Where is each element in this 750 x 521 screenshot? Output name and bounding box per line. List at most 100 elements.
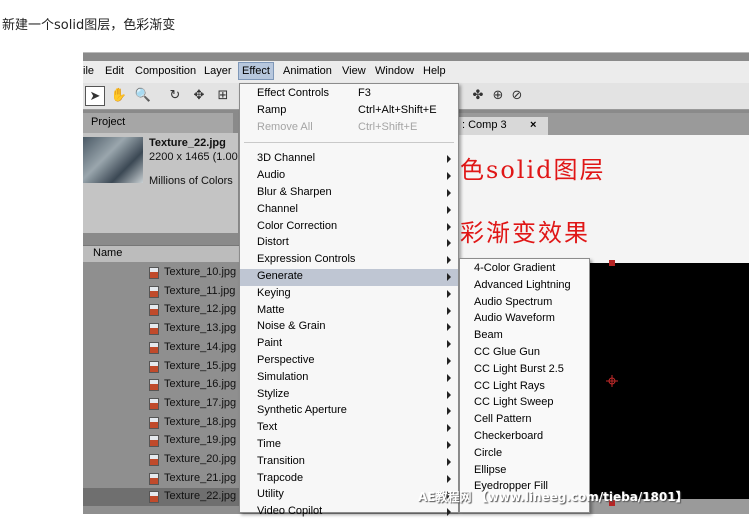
file-name: Texture_20.jpg xyxy=(164,453,237,465)
menu-window[interactable]: Window xyxy=(375,65,414,77)
generate-item-cc-light-burst-2-5[interactable]: CC Light Burst 2.5 xyxy=(460,361,589,378)
generate-item-cc-light-rays[interactable]: CC Light Rays xyxy=(460,378,589,395)
image-file-icon xyxy=(149,435,159,448)
generate-item-ellipse[interactable]: Ellipse xyxy=(460,462,589,479)
effect-menu-item-matte[interactable]: Matte xyxy=(240,303,458,320)
submenu-arrow-icon xyxy=(447,239,451,248)
comp-tab[interactable]: : Comp 3 × xyxy=(458,117,548,135)
project-tab[interactable]: Project xyxy=(83,113,233,133)
menu-item-label: Simulation xyxy=(257,370,309,383)
menu-item-label: Keying xyxy=(257,286,291,299)
submenu-arrow-icon xyxy=(447,441,451,449)
effect-menu-item-keying[interactable]: Keying xyxy=(240,286,458,303)
menu-item-label: Transition xyxy=(257,454,305,467)
project-info-panel: Texture_22.jpg 2200 x 1465 (1.00 Million… xyxy=(83,133,238,233)
file-list-item[interactable]: Texture_22.jpg xyxy=(83,488,243,507)
submenu-arrow-icon xyxy=(447,373,451,382)
file-list-item[interactable]: Texture_17.jpg xyxy=(83,395,243,413)
menu-item-label: Distort xyxy=(257,236,289,249)
anchor-point-icon[interactable] xyxy=(606,375,618,387)
generate-item-advanced-lightning[interactable]: Advanced Lightning xyxy=(460,277,589,294)
menu-edit[interactable]: Edit xyxy=(105,65,124,77)
menu-view[interactable]: View xyxy=(342,65,366,77)
file-list-item[interactable]: Texture_21.jpg xyxy=(83,470,243,488)
effect-menu-item-stylize[interactable]: Stylize xyxy=(240,387,458,404)
menu-help[interactable]: Help xyxy=(423,65,446,77)
file-list-item[interactable]: Texture_11.jpg xyxy=(83,283,243,301)
file-list-item[interactable]: Texture_15.jpg xyxy=(83,358,243,376)
zoom-tool-icon[interactable]: 🔍 xyxy=(133,86,153,106)
menu-item-label: Utility xyxy=(257,488,284,501)
generate-item-audio-spectrum[interactable]: Audio Spectrum xyxy=(460,294,589,311)
generate-item-4-color-gradient[interactable]: 4-Color Gradient xyxy=(460,260,589,277)
effect-menu-item-noise-grain[interactable]: Noise & Grain xyxy=(240,319,458,336)
effect-menu-item-time[interactable]: Time xyxy=(240,437,458,454)
image-file-icon xyxy=(149,323,159,336)
effect-menu-item-text[interactable]: Text xyxy=(240,420,458,437)
file-list-item[interactable]: Texture_10.jpg xyxy=(83,264,243,282)
file-list-item[interactable]: Texture_12.jpg xyxy=(83,301,243,319)
menu-item-shortcut: F3 xyxy=(358,87,371,99)
effect-menu-item-channel[interactable]: Channel xyxy=(240,202,458,219)
generate-item-audio-waveform[interactable]: Audio Waveform xyxy=(460,310,589,327)
generate-item-cc-light-sweep[interactable]: CC Light Sweep xyxy=(460,394,589,411)
generate-item-cc-glue-gun[interactable]: CC Glue Gun xyxy=(460,344,589,361)
submenu-arrow-icon xyxy=(447,256,451,265)
file-list-item[interactable]: Texture_13.jpg xyxy=(83,320,243,338)
layer-handle[interactable] xyxy=(609,260,615,266)
image-file-icon xyxy=(149,267,159,279)
effect-menu-item-perspective[interactable]: Perspective xyxy=(240,353,458,370)
generate-item-checkerboard[interactable]: Checkerboard xyxy=(460,428,589,445)
menu-layer[interactable]: Layer xyxy=(204,65,232,77)
pan-behind-icon[interactable]: ⊞ xyxy=(213,86,233,106)
rotate-tool-icon[interactable]: ↻ xyxy=(165,86,185,106)
file-name: Texture_22.jpg xyxy=(164,490,237,503)
submenu-arrow-icon xyxy=(447,424,451,433)
submenu-item-label: CC Light Sweep xyxy=(474,396,554,409)
generate-item-circle[interactable]: Circle xyxy=(460,445,589,462)
orbit-camera-icon[interactable]: ✥ xyxy=(189,86,209,106)
menu-item-label: Trapcode xyxy=(257,471,304,484)
image-file-icon xyxy=(149,341,159,354)
hand-tool-icon[interactable]: ✋ xyxy=(109,86,129,106)
effect-menu-item-blur-sharpen[interactable]: Blur & Sharpen xyxy=(240,185,458,202)
file-list-item[interactable]: Texture_16.jpg xyxy=(83,376,243,394)
image-file-icon xyxy=(149,360,159,373)
effect-menu-item-remove-all[interactable]: Remove All Ctrl+Shift+E xyxy=(240,120,458,137)
menu-composition[interactable]: Composition xyxy=(135,65,196,77)
effect-menu-item-simulation[interactable]: Simulation xyxy=(240,370,458,387)
effect-menu-item-generate[interactable]: Generate xyxy=(240,269,458,286)
file-list-item[interactable]: Texture_14.jpg xyxy=(83,339,243,357)
puppet-pin-icon[interactable]: ✤ xyxy=(468,86,488,106)
file-list-item[interactable]: Texture_19.jpg xyxy=(83,432,243,450)
effect-menu-item-trapcode[interactable]: Trapcode xyxy=(240,471,458,488)
puppet-overlap-icon[interactable]: ⊕ xyxy=(488,86,508,106)
selection-tool-icon[interactable]: ➤ xyxy=(85,86,105,106)
menu-item-label: 3D Channel xyxy=(257,152,316,165)
menu-item-label: Color Correction xyxy=(257,219,338,232)
menu-animation[interactable]: Animation xyxy=(283,65,332,77)
menu-effect[interactable]: Effect xyxy=(238,62,274,80)
close-icon[interactable]: × xyxy=(530,119,536,131)
effect-menu-item-transition[interactable]: Transition xyxy=(240,454,458,471)
effect-menu-item-color-correction[interactable]: Color Correction xyxy=(240,219,458,236)
effect-menu-item-synthetic-aperture[interactable]: Synthetic Aperture xyxy=(240,403,458,420)
effect-menu-item-effect-controls[interactable]: Effect Controls F3 xyxy=(240,86,458,103)
effect-menu-item-paint[interactable]: Paint xyxy=(240,336,458,353)
generate-item-beam[interactable]: Beam xyxy=(460,327,589,344)
effect-menu-item-distort[interactable]: Distort xyxy=(240,235,458,252)
effect-menu-item-3d-channel[interactable]: 3D Channel xyxy=(240,151,458,168)
file-list-item[interactable]: Texture_18.jpg xyxy=(83,414,243,432)
submenu-arrow-icon xyxy=(447,273,451,281)
puppet-starch-icon[interactable]: ⊘ xyxy=(507,86,527,106)
effect-menu-item-expression-controls[interactable]: Expression Controls xyxy=(240,252,458,269)
menu-item-label: Effect Controls xyxy=(257,87,329,99)
generate-item-cell-pattern[interactable]: Cell Pattern xyxy=(460,411,589,428)
name-column-header[interactable]: Name xyxy=(83,245,243,263)
generate-submenu: 4-Color Gradient Advanced Lightning Audio … xyxy=(459,258,590,513)
effect-menu-item-ramp[interactable]: Ramp Ctrl+Alt+Shift+E xyxy=(240,103,458,120)
effect-menu-item-audio[interactable]: Audio xyxy=(240,168,458,185)
file-list-item[interactable]: Texture_20.jpg xyxy=(83,451,243,469)
menu-file[interactable]: ile xyxy=(83,65,94,77)
image-file-icon xyxy=(149,491,159,504)
